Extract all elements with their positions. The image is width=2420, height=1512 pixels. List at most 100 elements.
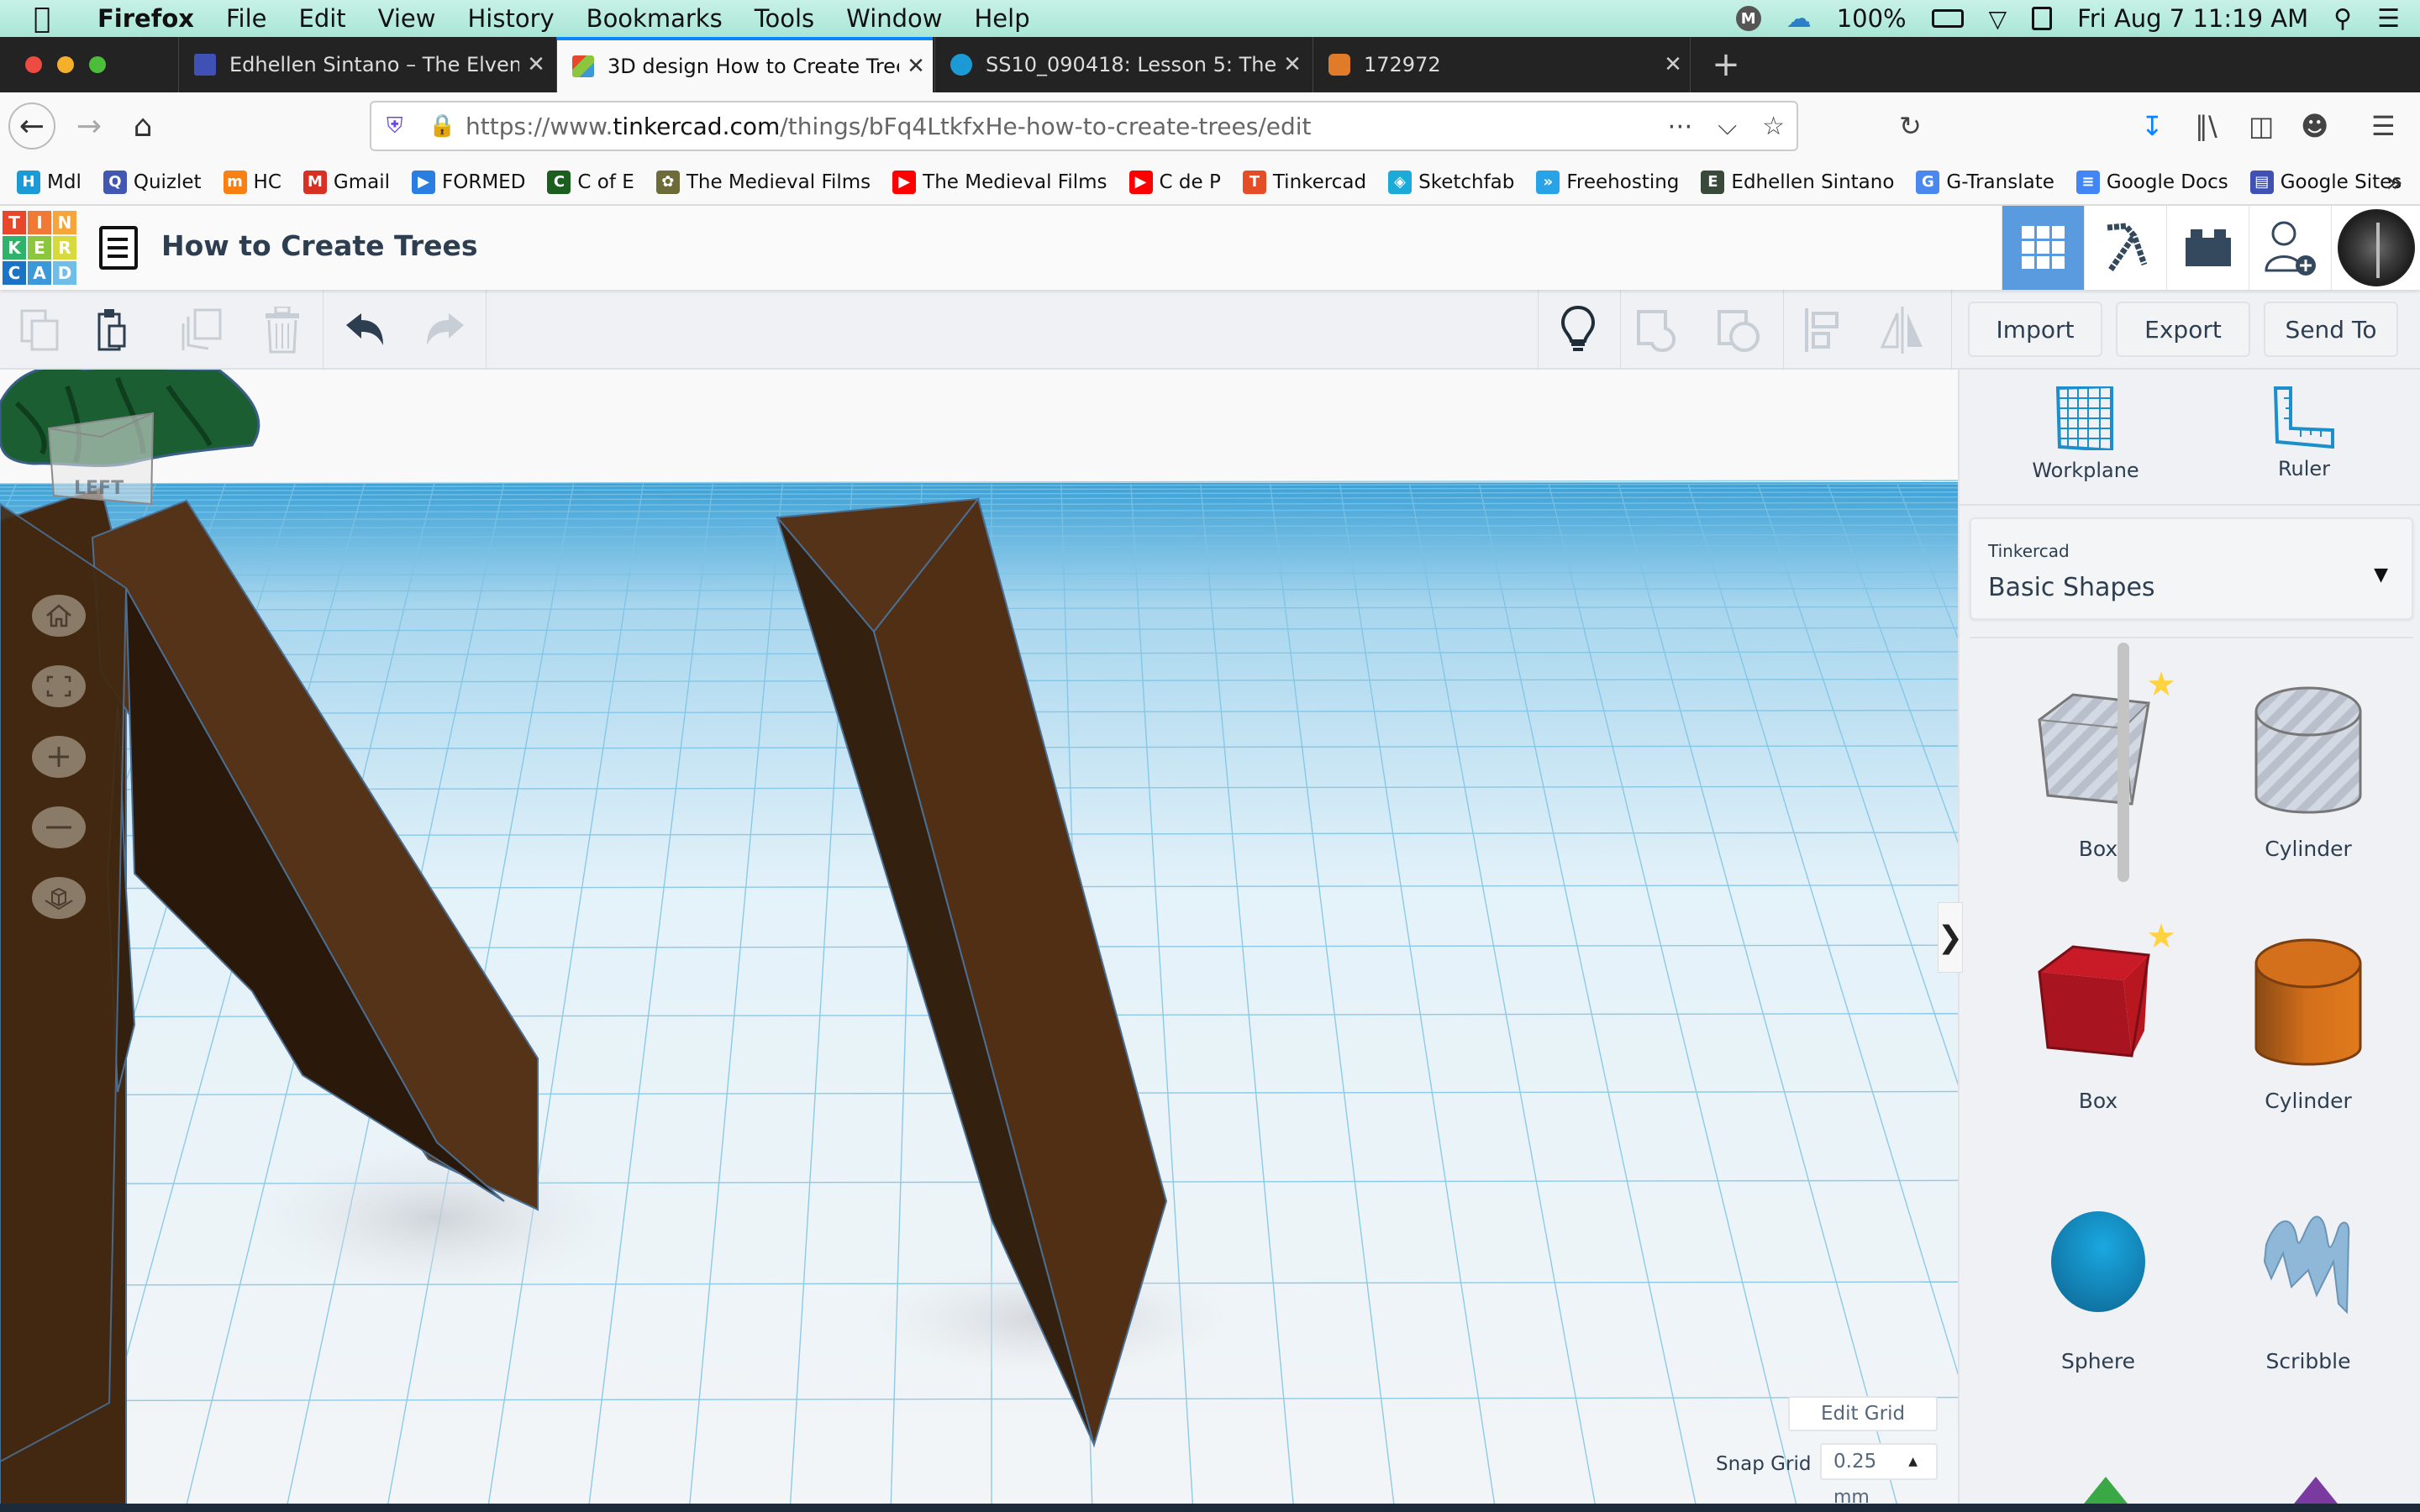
menu-history[interactable]: History: [468, 4, 555, 33]
copy-button[interactable]: [17, 307, 64, 354]
window-minimize-button[interactable]: [57, 56, 74, 73]
bookmark-item[interactable]: ✿ The Medieval Films: [655, 170, 871, 194]
design-title[interactable]: How to Create Trees: [161, 229, 478, 262]
tab-close-icon[interactable]: ✕: [519, 52, 553, 77]
page-actions-icon[interactable]: ⋯: [1667, 112, 1692, 141]
bookmark-item[interactable]: G G-Translate: [1916, 170, 2054, 194]
shape-item-sphere[interactable]: Sphere: [1993, 1168, 2203, 1403]
menu-file[interactable]: File: [226, 4, 267, 33]
input-source-icon[interactable]: [2032, 7, 2053, 30]
menu-firefox[interactable]: Firefox: [97, 4, 194, 33]
edit-grid-button[interactable]: Edit Grid: [1788, 1396, 1938, 1431]
menu-bookmarks[interactable]: Bookmarks: [587, 4, 723, 33]
cloud-sync-icon[interactable]: ☁: [1786, 4, 1812, 34]
back-button[interactable]: ←: [8, 102, 55, 150]
bookmark-item[interactable]: ◈ Sketchfab: [1388, 170, 1514, 194]
tab-close-icon[interactable]: ✕: [899, 54, 933, 79]
view-cube[interactable]: LEFT: [47, 412, 155, 506]
downloads-button[interactable]: ↧: [2141, 102, 2164, 150]
ruler-tool[interactable]: Ruler: [2212, 386, 2396, 512]
bookmark-item[interactable]: » Freehosting: [1536, 170, 1679, 194]
align-button[interactable]: [1798, 307, 1845, 354]
tab-3d-design[interactable]: 3D design How to Create Trees ✕: [556, 37, 933, 92]
clock[interactable]: Fri Aug 7 11:19 AM: [2077, 4, 2308, 33]
menu-view[interactable]: View: [378, 4, 436, 33]
account-button[interactable]: ☻: [2301, 102, 2328, 150]
bookmark-item[interactable]: Q Quizlet: [103, 170, 202, 194]
bookmark-item[interactable]: M Gmail: [302, 170, 390, 194]
duplicate-button[interactable]: [178, 307, 225, 354]
3d-design-view-button[interactable]: [2002, 206, 2084, 290]
lock-icon[interactable]: 🔒: [429, 113, 455, 139]
malwarebytes-icon[interactable]: M: [1735, 6, 1761, 31]
menu-edit[interactable]: Edit: [299, 4, 346, 33]
bookmark-item[interactable]: ≡ Google Docs: [2075, 170, 2228, 194]
tab-close-icon[interactable]: ✕: [1276, 52, 1309, 77]
bricks-view-button[interactable]: [2166, 206, 2249, 290]
bookmark-item[interactable]: m HC: [223, 170, 281, 194]
invite-user-button[interactable]: [2249, 206, 2331, 290]
tab-172972[interactable]: 172972 ✕: [1313, 37, 1691, 92]
design-list-button[interactable]: [99, 226, 138, 270]
spotlight-search-icon[interactable]: ⚲: [2333, 4, 2352, 34]
shape-item-cylinder[interactable]: Cylinder: [2203, 907, 2413, 1142]
paste-button[interactable]: [94, 307, 141, 354]
window-close-button[interactable]: [25, 56, 42, 73]
bookmark-item[interactable]: H Mdl: [17, 170, 82, 194]
mirror-button[interactable]: [1879, 307, 1926, 354]
ungroup-button[interactable]: [1716, 307, 1763, 354]
home-view-button[interactable]: [32, 595, 86, 637]
user-avatar[interactable]: [2331, 206, 2420, 290]
bookmark-item[interactable]: ▤ Google Sites: [2249, 170, 2402, 194]
bookmark-item[interactable]: ▶ The Medieval Films: [892, 170, 1107, 194]
new-tab-button[interactable]: +: [1701, 37, 1751, 92]
tab-close-icon[interactable]: ✕: [1656, 52, 1690, 77]
blocks-view-button[interactable]: [2084, 206, 2166, 290]
workplane-tool[interactable]: Workplane: [1993, 386, 2178, 512]
export-button[interactable]: Export: [2116, 302, 2250, 357]
menu-help[interactable]: Help: [975, 4, 1030, 33]
window-zoom-button[interactable]: [89, 56, 106, 73]
shapes-scrollbar[interactable]: [2118, 643, 2129, 882]
pocket-icon[interactable]: ⌵: [1718, 112, 1737, 141]
bookmark-item[interactable]: ▶ FORMED: [412, 170, 525, 194]
shape-item-box[interactable]: Box ★: [1993, 907, 2203, 1142]
bookmark-item[interactable]: T Tinkercad: [1242, 170, 1366, 194]
delete-button[interactable]: [259, 307, 306, 354]
perspective-toggle-button[interactable]: [32, 877, 86, 919]
shape-library-select[interactable]: Tinkercad Basic Shapes ▼: [1970, 517, 2413, 620]
bookmark-item[interactable]: ▶ C de P: [1128, 170, 1221, 194]
shape-item-box-hole[interactable]: Box ★: [1993, 655, 2203, 890]
snap-grid-select[interactable]: 0.25 ▲: [1820, 1443, 1938, 1480]
library-button[interactable]: ∥\: [2195, 102, 2217, 150]
shape-item-cylinder-hole[interactable]: Cylinder: [2203, 655, 2413, 890]
sidebar-button[interactable]: ◫: [2249, 102, 2274, 150]
redo-button[interactable]: [420, 307, 467, 354]
url-bar[interactable]: ⛨ 🔒 https://www.tinkercad.com/things/bFq…: [370, 101, 1798, 151]
tab-ss10-lesson[interactable]: SS10_090418: Lesson 5: The G ✕: [934, 37, 1309, 92]
forward-button[interactable]: →: [66, 102, 113, 150]
bookmark-star-icon[interactable]: ☆: [1762, 112, 1785, 141]
zoom-out-button[interactable]: [32, 806, 86, 848]
import-button[interactable]: Import: [1968, 302, 2102, 357]
app-menu-button[interactable]: ☰: [2371, 102, 2396, 150]
bookmarks-overflow-icon[interactable]: »: [2386, 165, 2403, 199]
bookmark-item[interactable]: C C of E: [547, 170, 634, 194]
battery-icon[interactable]: [1931, 9, 1964, 28]
tracking-protection-shield-icon[interactable]: ⛨: [387, 113, 415, 139]
collapse-panel-button[interactable]: ❯: [1938, 902, 1963, 973]
tinkercad-logo[interactable]: TIN KER CAD: [3, 211, 76, 285]
url-text[interactable]: https://www.tinkercad.com/things/bFq4Ltk…: [466, 113, 1312, 140]
reload-button[interactable]: ↻: [1899, 102, 1922, 150]
favorite-star-icon[interactable]: ★: [2146, 917, 2176, 956]
shape-item-scribble[interactable]: Scribble: [2203, 1168, 2413, 1403]
scene-canvas[interactable]: LEFT: [0, 370, 1958, 1512]
apple-icon[interactable]: : [34, 2, 67, 35]
favorite-star-icon[interactable]: ★: [2146, 665, 2176, 704]
tab-edhellen-sintano[interactable]: Edhellen Sintano – The Elven Bo ✕: [178, 37, 553, 92]
bookmark-item[interactable]: E Edhellen Sintano: [1701, 170, 1894, 194]
menu-tools[interactable]: Tools: [755, 4, 814, 33]
group-button[interactable]: [1635, 307, 1682, 354]
menu-window[interactable]: Window: [846, 4, 942, 33]
notification-center-icon[interactable]: ☰: [2377, 4, 2400, 34]
